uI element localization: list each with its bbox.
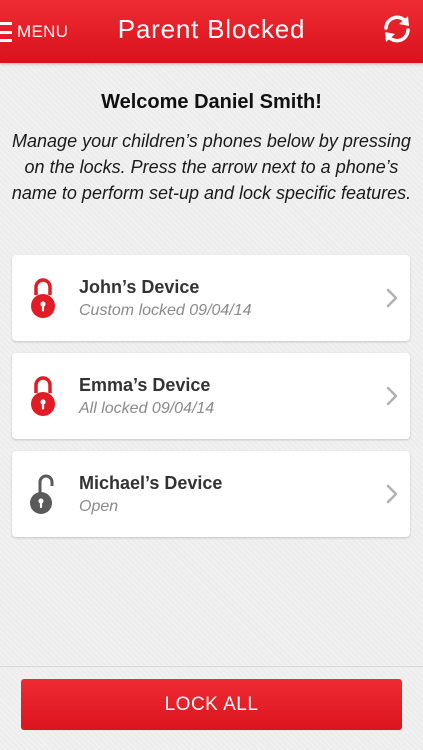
welcome-heading: Welcome Daniel Smith! bbox=[101, 91, 322, 113]
padlock-open-icon[interactable] bbox=[29, 472, 57, 514]
chevron-right-icon[interactable] bbox=[386, 288, 398, 308]
refresh-icon bbox=[384, 15, 410, 43]
chevron-right-icon[interactable] bbox=[386, 386, 398, 406]
padlock-locked-icon[interactable] bbox=[29, 374, 57, 416]
device-name: Michael’s Device bbox=[79, 473, 223, 493]
footer-divider bbox=[0, 666, 423, 667]
instructions-text: Manage your children’s phones below by p… bbox=[11, 131, 412, 203]
device-card[interactable]: Emma’s Device All locked 09/04/14 bbox=[12, 353, 410, 439]
app-header: MENU Parent Blocked bbox=[0, 0, 423, 63]
device-status: Custom locked 09/04/14 bbox=[79, 302, 252, 319]
lock-all-button[interactable]: LOCK ALL bbox=[21, 679, 402, 730]
chevron-right-icon[interactable] bbox=[386, 484, 398, 504]
device-status: Open bbox=[79, 498, 119, 515]
device-name: Emma’s Device bbox=[79, 375, 211, 395]
device-card[interactable]: Michael’s Device Open bbox=[12, 451, 410, 537]
device-card[interactable]: John’s Device Custom locked 09/04/14 bbox=[12, 255, 410, 341]
device-name: John’s Device bbox=[79, 277, 200, 297]
device-status: All locked 09/04/14 bbox=[79, 400, 215, 417]
refresh-button[interactable] bbox=[381, 13, 413, 45]
padlock-locked-icon[interactable] bbox=[29, 276, 57, 318]
app-title: Parent Blocked bbox=[117, 14, 306, 44]
